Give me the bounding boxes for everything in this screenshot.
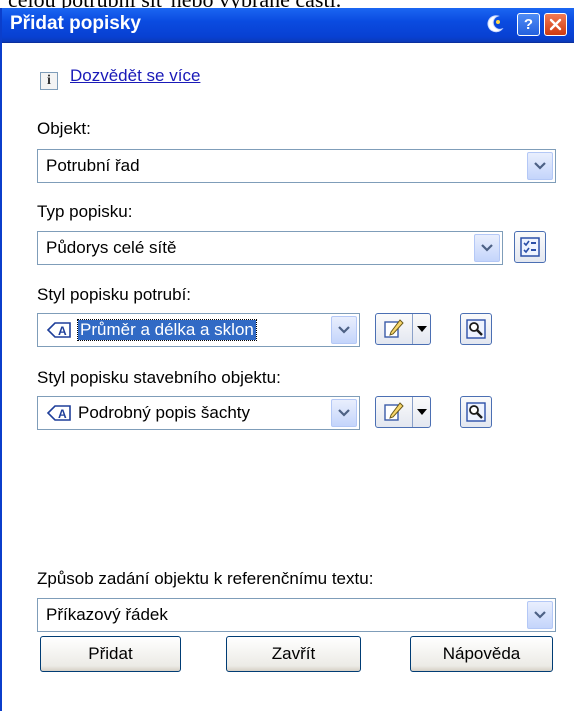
edit-icon[interactable] [376, 314, 413, 344]
caret-down-icon[interactable] [413, 397, 431, 427]
structure-style-preview-button[interactable] [460, 396, 492, 428]
help-icon: ? [523, 16, 534, 33]
object-label: Objekt: [37, 119, 91, 138]
reference-label: Způsob zadání objektu k referenčnímu tex… [37, 569, 374, 588]
label-type-settings-button[interactable] [514, 231, 546, 263]
pin-button[interactable] [482, 11, 508, 37]
object-value: Potrubní řad [46, 156, 140, 175]
caret-down-icon[interactable] [413, 314, 431, 344]
magnifier-icon [466, 402, 486, 422]
reference-value: Příkazový řádek [46, 605, 168, 624]
pipe-style-select[interactable]: A Průměr a délka a sklon [37, 313, 360, 347]
label-type-select[interactable]: Půdorys celé sítě [37, 231, 503, 265]
close-button[interactable]: Zavřít [226, 636, 361, 672]
pipe-style-preview-button[interactable] [460, 313, 492, 345]
chevron-down-icon[interactable] [331, 399, 357, 427]
edit-icon[interactable] [376, 397, 413, 427]
magnifier-icon [466, 319, 486, 339]
structure-style-label: Styl popisku stavebního objektu: [37, 368, 281, 387]
label-type-label: Typ popisku: [37, 202, 133, 221]
chevron-down-icon[interactable] [474, 234, 500, 262]
chevron-down-icon[interactable] [527, 152, 553, 180]
chevron-down-icon[interactable] [527, 601, 553, 629]
svg-text:A: A [58, 407, 67, 421]
dialog-title: Přidat popisky [10, 13, 141, 34]
reference-select[interactable]: Příkazový řádek [37, 598, 556, 632]
learn-more-link[interactable]: Dozvědět se více [70, 66, 200, 86]
info-icon: i [40, 72, 58, 90]
help-title-button[interactable]: ? [517, 13, 540, 36]
structure-style-select[interactable]: A Podrobný popis šachty [37, 396, 360, 430]
object-select[interactable]: Potrubní řad [37, 149, 556, 183]
structure-style-value: Podrobný popis šachty [78, 403, 250, 422]
svg-text:A: A [58, 324, 67, 338]
pipe-style-edit-button[interactable] [375, 313, 431, 345]
structure-style-edit-button[interactable] [375, 396, 431, 428]
pipe-style-label: Styl popisku potrubí: [37, 285, 192, 304]
label-type-value: Půdorys celé sítě [46, 238, 177, 257]
chevron-down-icon[interactable] [331, 316, 357, 344]
pipe-style-value: Průměr a délka a sklon [77, 319, 257, 341]
close-title-button[interactable] [544, 13, 567, 36]
close-icon [549, 18, 562, 31]
pin-icon [487, 15, 504, 33]
label-style-icon: A [46, 322, 71, 338]
title-bar: Přidat popisky ? [2, 8, 574, 43]
add-button[interactable]: Přidat [40, 636, 181, 672]
label-style-icon: A [46, 405, 71, 421]
add-labels-dialog: Přidat popisky ? i Dozvědět se více Obje… [0, 8, 574, 711]
help-button[interactable]: Nápověda [410, 636, 553, 672]
checklist-icon [520, 237, 540, 257]
